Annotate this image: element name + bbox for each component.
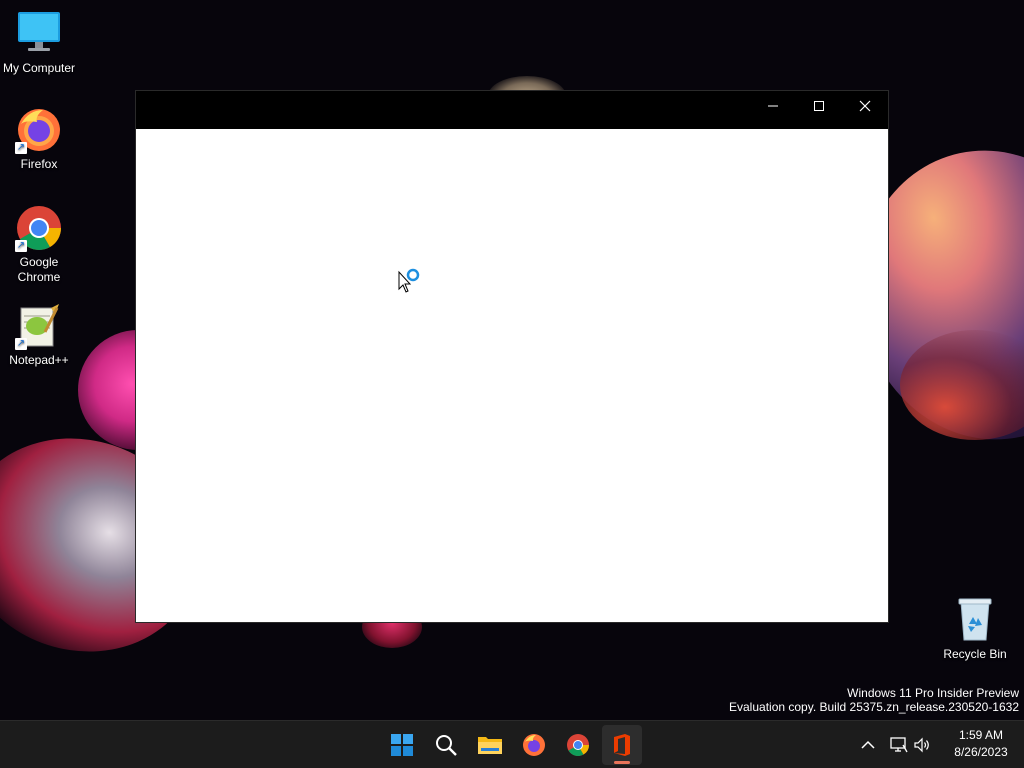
desktop-icon-label: Firefox (20, 157, 58, 171)
clock-date: 8/26/2023 (954, 745, 1008, 759)
office-taskbar-button[interactable] (602, 725, 642, 765)
desktop-icon-google-chrome[interactable]: ↗ Google Chrome (0, 204, 78, 285)
desktop: My Computer ↗ Firefox ↗ Google Chrome ↗ … (0, 0, 1024, 720)
firefox-icon: ↗ (15, 106, 63, 154)
active-app-indicator (614, 761, 630, 764)
clock-time: 1:59 AM (958, 728, 1004, 742)
firefox-icon (523, 734, 545, 756)
close-icon (859, 100, 871, 112)
desktop-icon-label: Google Chrome (17, 255, 61, 284)
desktop-icon-recycle-bin[interactable]: Recycle Bin (936, 596, 1014, 662)
search-button[interactable] (426, 725, 466, 765)
firefox-taskbar-button[interactable] (514, 725, 554, 765)
minimize-button[interactable] (750, 91, 796, 121)
file-explorer-button[interactable] (470, 725, 510, 765)
maximize-icon (814, 101, 824, 111)
evaluation-watermark: Windows 11 Pro Insider Preview Evaluatio… (729, 686, 1019, 714)
desktop-icon-label: Notepad++ (9, 353, 69, 367)
shortcut-arrow-icon: ↗ (15, 142, 27, 154)
desktop-icon-label: My Computer (2, 61, 76, 75)
recycle-bin-icon (951, 596, 999, 644)
chrome-icon (567, 734, 589, 756)
file-explorer-icon (478, 737, 502, 754)
window-titlebar[interactable] (136, 91, 888, 129)
network-volume-button[interactable] (884, 725, 936, 765)
windows-start-icon (391, 734, 413, 756)
taskbar-clock[interactable]: 1:59 AM 8/26/2023 (936, 727, 1024, 761)
close-button[interactable] (842, 91, 888, 121)
office-icon (614, 734, 630, 756)
desktop-icon-firefox[interactable]: ↗ Firefox (0, 106, 78, 172)
start-button[interactable] (382, 725, 422, 765)
show-hidden-icons-button[interactable] (850, 725, 886, 765)
shortcut-arrow-icon: ↗ (15, 338, 27, 350)
desktop-icon-notepad-plus-plus[interactable]: ↗ Notepad++ (0, 302, 78, 368)
maximize-button[interactable] (796, 91, 842, 121)
volume-icon (914, 737, 929, 753)
monitor-icon (15, 10, 63, 58)
taskbar: 1:59 AM 8/26/2023 (0, 720, 1024, 768)
desktop-icon-my-computer[interactable]: My Computer (0, 10, 78, 76)
minimize-icon (768, 105, 778, 107)
watermark-line-1: Windows 11 Pro Insider Preview (847, 686, 1019, 700)
chrome-taskbar-button[interactable] (558, 725, 598, 765)
app-window[interactable] (136, 91, 888, 622)
watermark-line-2: Evaluation copy. Build 25375.zn_release.… (729, 700, 1019, 714)
search-icon (436, 735, 457, 756)
chevron-up-icon (861, 740, 875, 749)
chrome-icon: ↗ (15, 204, 63, 252)
desktop-icon-label: Recycle Bin (943, 647, 1007, 661)
notepad-plus-plus-icon: ↗ (15, 302, 63, 350)
window-content (136, 129, 888, 622)
shortcut-arrow-icon: ↗ (15, 240, 27, 252)
network-icon (890, 737, 908, 753)
busy-cursor-icon (398, 267, 424, 295)
